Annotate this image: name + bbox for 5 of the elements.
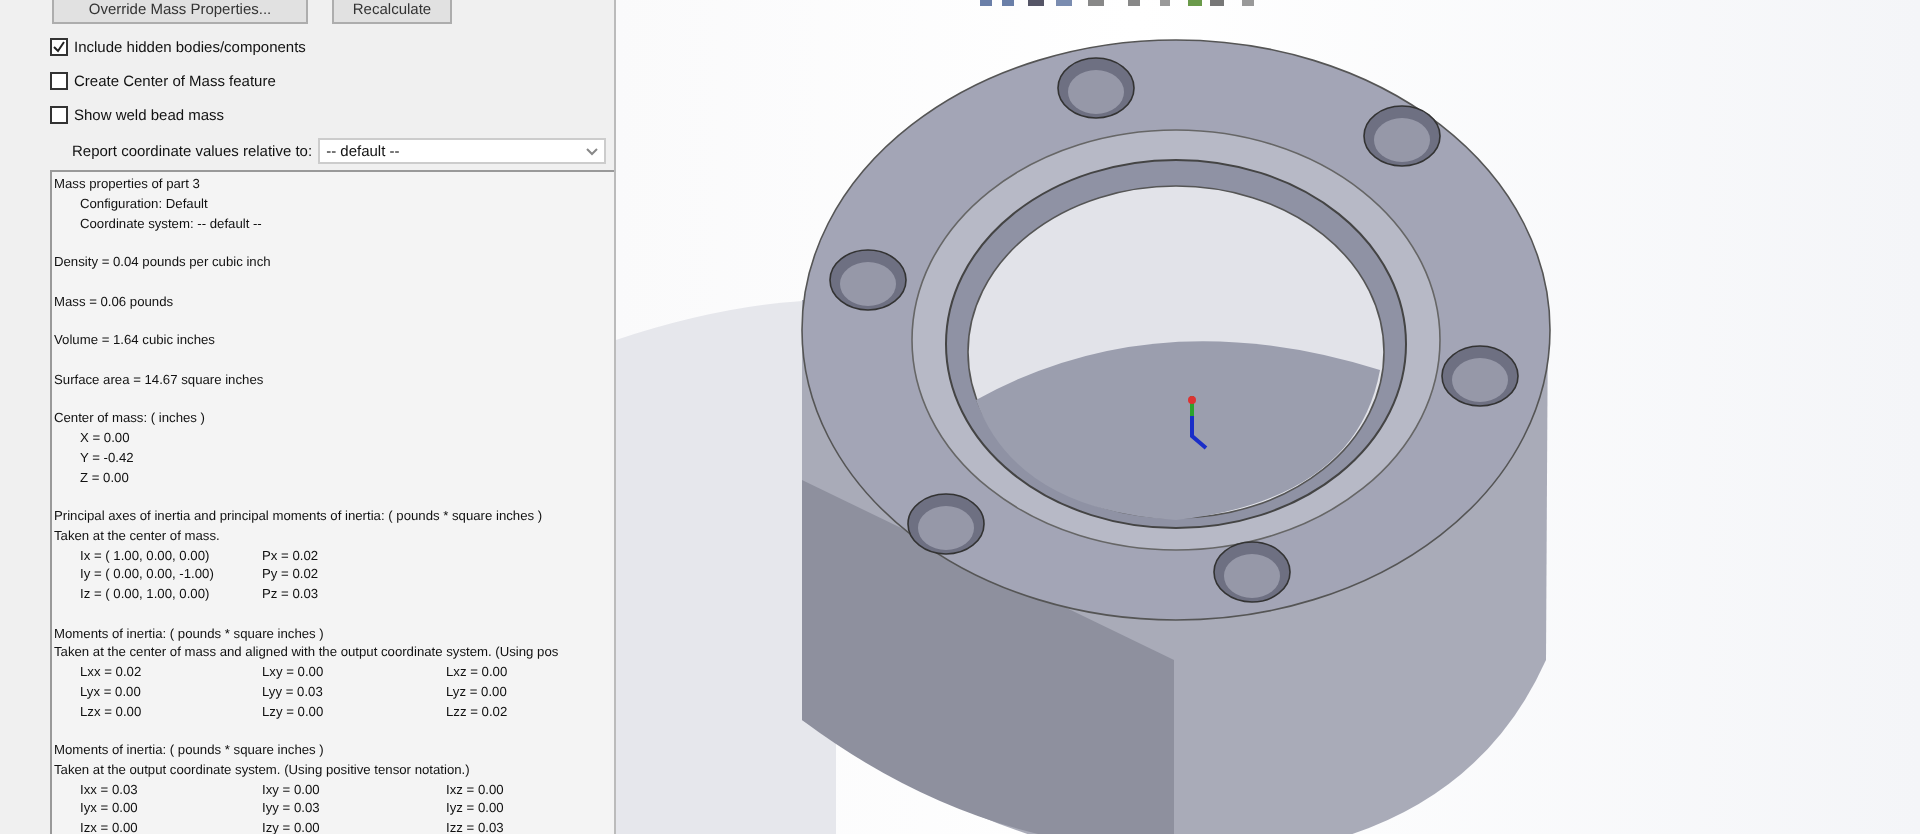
checkbox[interactable] (50, 106, 68, 125)
axis-triad-icon (1188, 396, 1208, 450)
chevron-down-icon (586, 147, 599, 156)
checkbox[interactable] (50, 37, 68, 56)
checkbox[interactable] (50, 71, 68, 90)
